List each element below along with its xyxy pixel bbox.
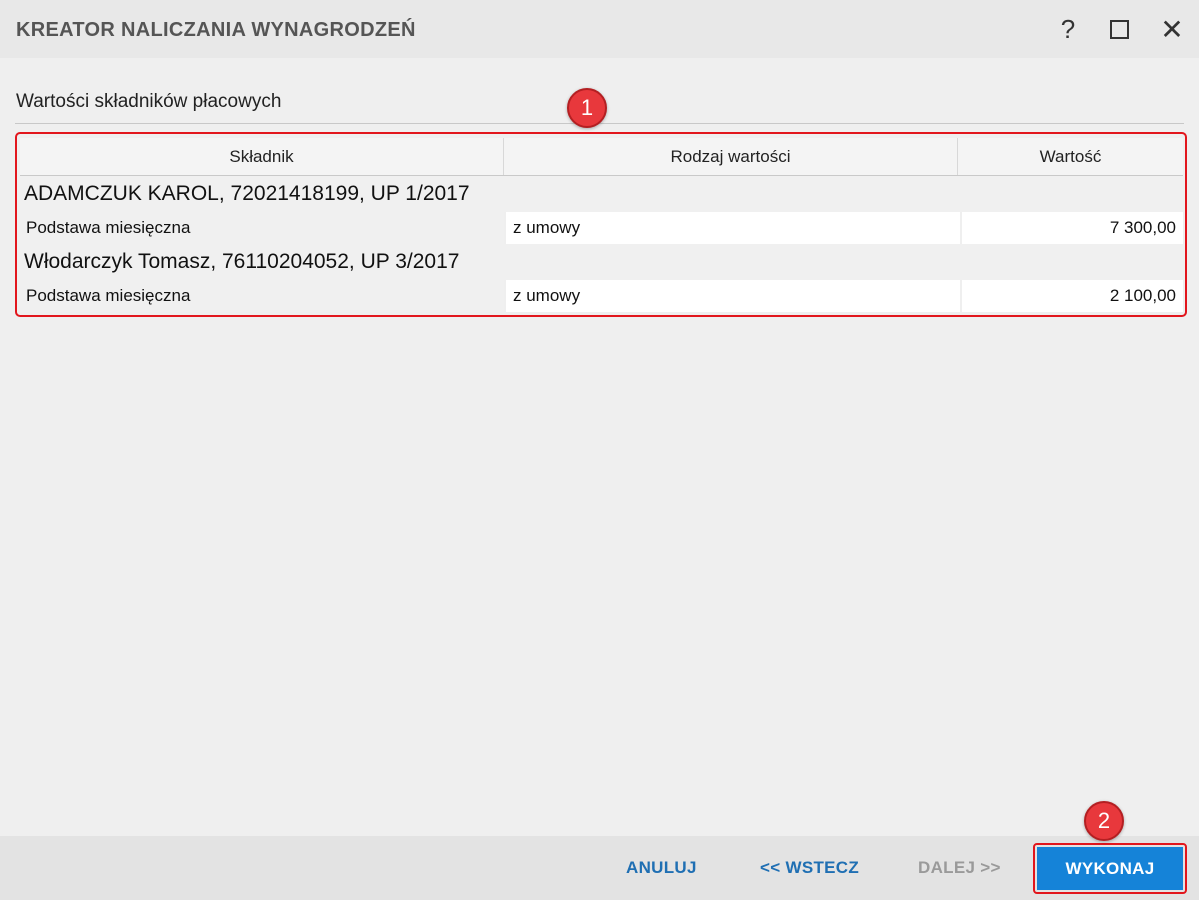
back-button[interactable]: << WSTECZ (760, 858, 859, 878)
next-button: DALEJ >> (918, 858, 1001, 877)
execute-button[interactable]: WYKONAJ (1037, 847, 1183, 890)
window-title: KREATOR NALICZANIA WYNAGRODZEŃ (16, 19, 416, 41)
help-icon[interactable]: ? (1053, 14, 1083, 44)
cancel-button[interactable]: ANULUJ (626, 858, 697, 878)
maximize-icon[interactable] (1104, 14, 1134, 44)
title-bar: KREATOR NALICZANIA WYNAGRODZEŃ ? ✕ (0, 0, 1199, 58)
callout-badge-1: 1 (567, 88, 607, 128)
section-title: Wartości składników płacowych (16, 91, 282, 112)
callout-badge-2: 2 (1084, 801, 1124, 841)
footer-bar (0, 836, 1199, 900)
close-icon[interactable]: ✕ (1157, 14, 1187, 45)
grid-highlight-frame (15, 132, 1187, 317)
